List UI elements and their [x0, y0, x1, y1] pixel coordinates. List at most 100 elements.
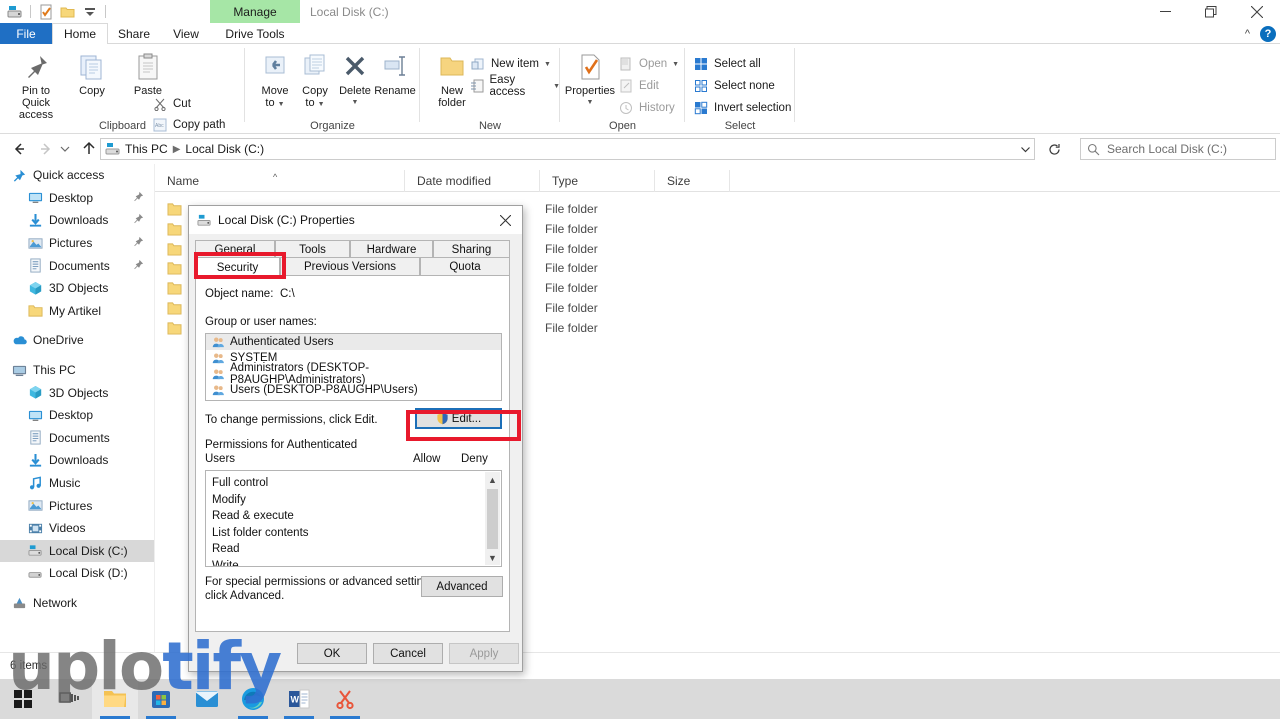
pin-icon[interactable]	[133, 191, 144, 205]
copy-button[interactable]: Copy	[64, 48, 120, 97]
search-input[interactable]: Search Local Disk (C:)	[1080, 138, 1276, 160]
tab-previous-versions[interactable]: Previous Versions	[280, 257, 420, 276]
dialog-tabs-row-2[interactable]: Security Previous Versions Quota	[189, 257, 522, 278]
tab-home[interactable]: Home	[52, 23, 108, 45]
word-button[interactable]: W	[276, 679, 322, 719]
column-header-date-modified[interactable]: Date modified	[405, 170, 540, 192]
microsoft-store-button[interactable]	[138, 679, 184, 719]
sidebar-item-documents[interactable]: Documents	[0, 254, 154, 277]
edge-button[interactable]	[230, 679, 276, 719]
edit-button[interactable]: Edit...	[415, 408, 502, 429]
address-dropdown-icon[interactable]	[1014, 138, 1036, 160]
quick-access-toolbar[interactable]	[4, 1, 110, 22]
snipping-tool-button[interactable]	[322, 679, 368, 719]
tab-file[interactable]: File	[0, 23, 52, 44]
tab-drive-tools[interactable]: Drive Tools	[212, 23, 298, 44]
sidebar-item-downloads[interactable]: Downloads	[0, 449, 154, 472]
apply-button[interactable]: Apply	[449, 643, 519, 664]
select-all-button[interactable]: Select all	[693, 54, 761, 74]
permission-row[interactable]: List folder contents	[206, 525, 484, 542]
cancel-button[interactable]: Cancel	[373, 643, 443, 664]
maximize-icon[interactable]	[1188, 0, 1234, 23]
help-icon[interactable]: ?	[1260, 25, 1276, 42]
start-button[interactable]	[0, 679, 46, 719]
refresh-icon[interactable]	[1042, 138, 1066, 160]
sidebar-item-onedrive[interactable]: OneDrive	[0, 329, 154, 352]
sidebar-item-videos[interactable]: Videos	[0, 517, 154, 540]
breadcrumb-item-this-pc[interactable]: This PC	[125, 142, 168, 156]
chevron-down-icon[interactable]: ▼	[672, 61, 679, 68]
mail-button[interactable]	[184, 679, 230, 719]
tab-quota[interactable]: Quota	[420, 257, 510, 276]
sidebar-item-documents[interactable]: Documents	[0, 427, 154, 450]
chevron-right-icon[interactable]: ▶	[173, 144, 181, 155]
ribbon-tab-strip[interactable]: File Home Share View Drive Tools	[0, 23, 1280, 45]
breadcrumb-item-local-disk-c[interactable]: Local Disk (C:)	[185, 142, 264, 156]
task-view-button[interactable]	[46, 679, 92, 719]
sidebar-item-pictures[interactable]: Pictures	[0, 232, 154, 255]
sidebar-item-local-disk-c[interactable]: Local Disk (C:)	[0, 539, 154, 563]
tab-share[interactable]: Share	[108, 23, 160, 44]
ok-button[interactable]: OK	[297, 643, 367, 664]
drive-tools-contextual-tab[interactable]: Manage	[210, 0, 300, 23]
scroll-up-icon[interactable]: ▲	[485, 472, 500, 487]
permission-row[interactable]: Write	[206, 558, 484, 566]
permission-row[interactable]: Read	[206, 541, 484, 558]
recent-locations-icon[interactable]	[56, 134, 74, 163]
breadcrumb[interactable]: This PC ▶ Local Disk (C:)	[100, 138, 1035, 160]
permissions-list[interactable]: Full control Modify Read & execute List fol…	[205, 470, 502, 567]
file-explorer-button[interactable]	[92, 679, 138, 719]
properties-dialog[interactable]: Local Disk (C:) Properties General Tools…	[188, 205, 523, 672]
sidebar-item-music[interactable]: Music	[0, 472, 154, 495]
sidebar-item-quick-access[interactable]: Quick access	[0, 164, 154, 187]
select-none-button[interactable]: Select none	[693, 76, 775, 96]
up-arrow-icon[interactable]	[76, 134, 102, 163]
sidebar-item-my-artikel[interactable]: My Artikel	[0, 300, 154, 323]
scroll-thumb[interactable]	[487, 489, 498, 549]
column-headers[interactable]: Name ^ Date modified Type Size	[155, 170, 1280, 192]
edit-button[interactable]: Edit	[618, 76, 659, 96]
new-folder-icon[interactable]	[57, 1, 79, 22]
minimize-icon[interactable]	[1142, 0, 1188, 23]
taskbar[interactable]: W	[0, 679, 1280, 719]
sidebar-item-3d-objects[interactable]: 3D Objects	[0, 277, 154, 300]
rename-button[interactable]: Rename	[367, 48, 423, 97]
sidebar-item-pictures[interactable]: Pictures	[0, 494, 154, 517]
pin-to-quick-access-button[interactable]: Pin to Quick access	[8, 48, 64, 121]
open-button[interactable]: Open ▼	[618, 54, 679, 74]
sidebar-item-local-disk-d[interactable]: Local Disk (D:)	[0, 562, 154, 585]
back-arrow-icon[interactable]	[6, 134, 32, 163]
tab-view[interactable]: View	[160, 23, 212, 44]
sidebar-item-desktop[interactable]: Desktop	[0, 404, 154, 427]
scroll-down-icon[interactable]: ▼	[485, 550, 500, 565]
pin-icon[interactable]	[133, 213, 144, 227]
history-button[interactable]: History	[618, 98, 675, 118]
permission-row[interactable]: Modify	[206, 492, 484, 509]
permission-row[interactable]: Full control	[206, 475, 484, 492]
pin-icon[interactable]	[133, 259, 144, 273]
easy-access-button[interactable]: Easy access ▼	[470, 74, 560, 98]
permissions-scrollbar[interactable]: ▲ ▼	[485, 472, 500, 565]
sidebar-item-this-pc[interactable]: This PC	[0, 359, 154, 382]
column-header-type[interactable]: Type	[540, 170, 655, 192]
chevron-up-icon[interactable]: ^	[1245, 28, 1250, 40]
invert-selection-button[interactable]: Invert selection	[693, 98, 791, 118]
column-header-name[interactable]: Name ^	[155, 170, 405, 192]
list-item[interactable]: Administrators (DESKTOP-P8AUGHP\Administ…	[206, 362, 501, 386]
list-item[interactable]: Authenticated Users	[206, 334, 501, 350]
navigation-pane[interactable]: Quick access Desktop Downloads Pictures Docu…	[0, 164, 155, 652]
chevron-down-icon[interactable]: ▼	[278, 101, 285, 108]
chevron-down-icon[interactable]: ▼	[544, 61, 551, 68]
ribbon-right-controls[interactable]: ^ ?	[1245, 23, 1276, 44]
close-icon[interactable]	[488, 206, 522, 234]
properties-icon[interactable]	[35, 1, 57, 22]
column-header-size[interactable]: Size	[655, 170, 730, 192]
sidebar-item-3d-objects[interactable]: 3D Objects	[0, 381, 154, 404]
sidebar-item-network[interactable]: Network	[0, 592, 154, 615]
paste-button[interactable]: Paste	[120, 48, 176, 97]
pin-icon[interactable]	[133, 236, 144, 250]
tab-security[interactable]: Security	[195, 257, 280, 278]
sidebar-item-downloads[interactable]: Downloads	[0, 209, 154, 232]
group-user-list[interactable]: Authenticated Users SYSTEM Administrators …	[205, 333, 502, 401]
window-controls[interactable]	[1142, 0, 1280, 23]
